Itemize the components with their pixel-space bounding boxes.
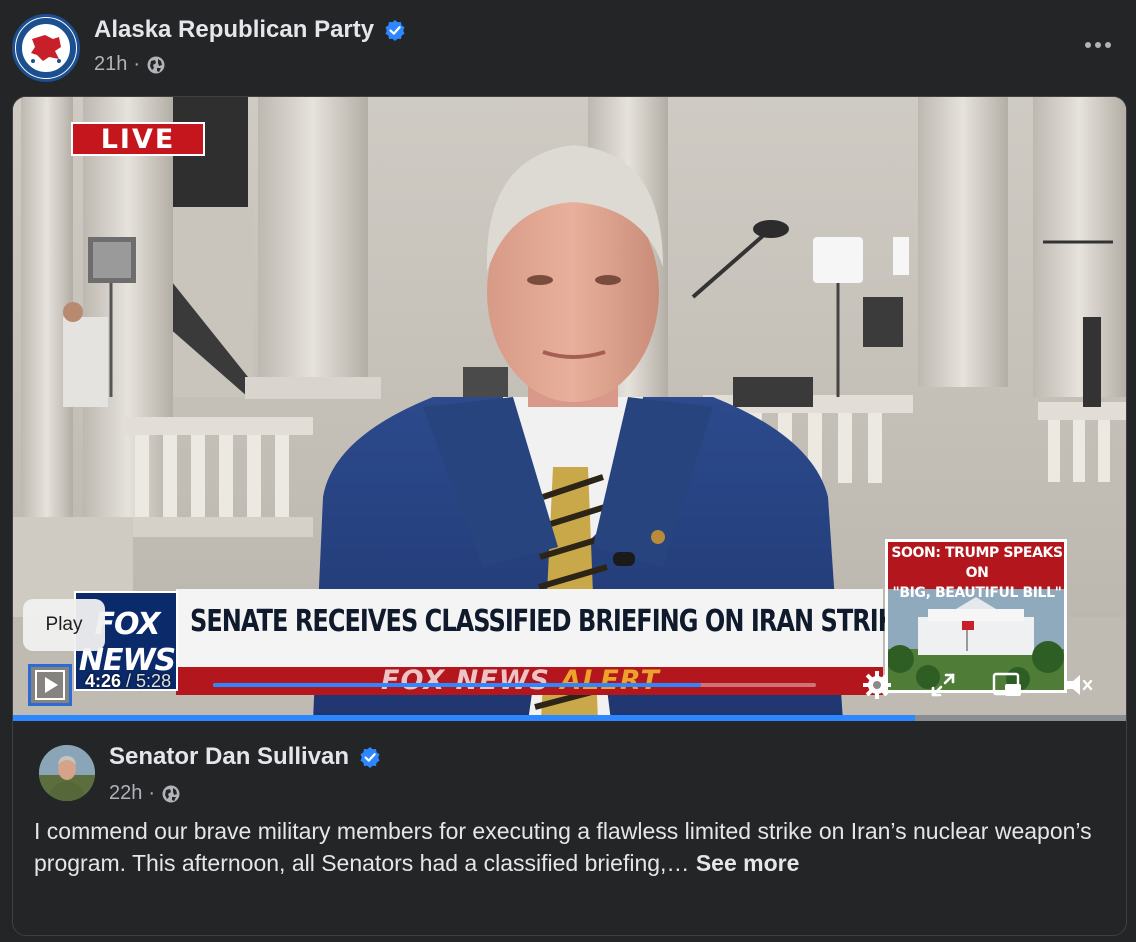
soon-line-1: SOON: TRUMP SPEAKS ON <box>891 545 1063 581</box>
duration: 5:28 <box>136 671 172 691</box>
meta-separator: · <box>148 782 156 804</box>
more-dot-icon <box>1095 42 1101 48</box>
soon-caption: SOON: TRUMP SPEAKS ON "BIG, BEAUTIFUL BI… <box>889 543 1065 603</box>
page-avatar[interactable] <box>12 14 80 82</box>
muted-icon <box>1067 675 1093 695</box>
fullscreen-icon <box>931 673 955 697</box>
chyron-headline: SENATE RECEIVES CLASSIFIED BRIEFING ON I… <box>190 604 912 639</box>
pip-icon <box>992 672 1021 696</box>
post-body: I commend our brave military members for… <box>34 818 1092 876</box>
fullscreen-button[interactable] <box>923 665 963 705</box>
video-player[interactable]: LIVE SENATE RECEIVES CLASSIFIED BRIEFING… <box>13 97 1126 721</box>
seek-bar-fill <box>213 683 702 687</box>
see-more-link[interactable]: See more <box>696 850 800 876</box>
settings-button[interactable] <box>857 665 897 705</box>
current-time: 4:26 <box>85 671 122 691</box>
mute-button[interactable] <box>1059 665 1099 705</box>
verified-badge-icon <box>360 747 380 768</box>
page-name[interactable]: Alaska Republican Party <box>94 16 374 44</box>
more-dot-icon <box>1085 42 1091 48</box>
post-text: I commend our brave military members for… <box>34 815 1104 879</box>
video-progress-fill <box>13 715 915 721</box>
alert-text-accent: ALERT <box>560 665 660 696</box>
video-time: 4:26 / 5:28 <box>85 671 171 692</box>
meta-separator: · <box>133 53 141 75</box>
soon-line-2: "BIG, BEAUTIFUL BILL" <box>892 585 1062 601</box>
post-options-button[interactable] <box>1076 30 1120 60</box>
author-name[interactable]: Senator Dan Sullivan <box>109 743 349 771</box>
video-progress-bar[interactable] <box>13 715 1126 721</box>
author-photo <box>39 745 95 801</box>
alert-text-main: FOX NEWS <box>381 665 550 696</box>
play-icon <box>35 670 65 700</box>
globe-icon <box>147 56 165 73</box>
verified-badge-icon <box>385 20 405 41</box>
play-button[interactable] <box>28 664 72 706</box>
settings-icon <box>863 671 891 699</box>
post-header: Alaska Republican Party 21h · <box>0 0 1136 96</box>
shared-timestamp[interactable]: 22h <box>109 782 142 805</box>
shared-post-card[interactable]: LIVE SENATE RECEIVES CLASSIFIED BRIEFING… <box>12 96 1127 936</box>
alert-banner: FOX NEWS ALERT <box>381 665 660 696</box>
play-tooltip: Play <box>23 599 105 651</box>
more-dot-icon <box>1105 42 1111 48</box>
white-house-image <box>888 589 1064 690</box>
author-avatar[interactable] <box>39 745 95 801</box>
seek-bar[interactable] <box>213 683 816 687</box>
globe-icon <box>162 785 180 802</box>
time-separator: / <box>121 671 137 691</box>
live-badge: LIVE <box>71 122 205 156</box>
post-timestamp[interactable]: 21h <box>94 53 127 76</box>
picture-in-picture-button[interactable] <box>987 665 1027 705</box>
alaska-republicans-logo <box>16 18 76 78</box>
